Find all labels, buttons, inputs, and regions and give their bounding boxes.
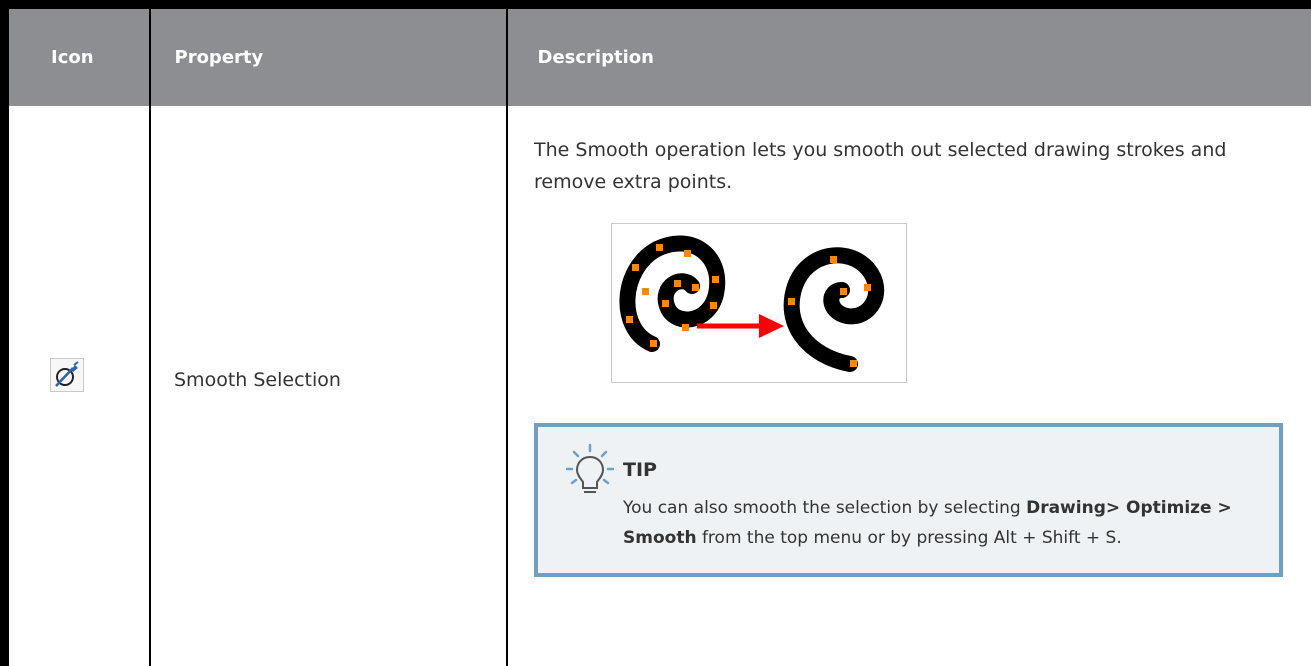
table-header-row: Icon Property Description xyxy=(5,5,1311,106)
tip-title: TIP xyxy=(623,459,657,481)
header-description: Description xyxy=(507,5,1311,106)
tip-text-part-1: You can also smooth the selection by sel… xyxy=(623,498,1026,518)
smooth-example-image xyxy=(611,223,907,383)
smooth-pen-icon xyxy=(53,361,81,389)
tip-text: You can also smooth the selection by sel… xyxy=(623,493,1243,553)
lightbulb-icon xyxy=(566,443,614,499)
description-text: The Smooth operation lets you smooth out… xyxy=(534,134,1269,198)
header-property: Property xyxy=(150,5,507,106)
property-name: Smooth Selection xyxy=(174,369,341,391)
smoothing-illustration xyxy=(612,224,906,382)
smooth-selection-icon xyxy=(50,358,84,392)
tip-callout: TIP You can also smooth the selection by… xyxy=(534,423,1283,577)
tip-text-part-2: from the top menu or by pressing Alt + S… xyxy=(697,528,1122,548)
header-icon: Icon xyxy=(5,5,150,106)
